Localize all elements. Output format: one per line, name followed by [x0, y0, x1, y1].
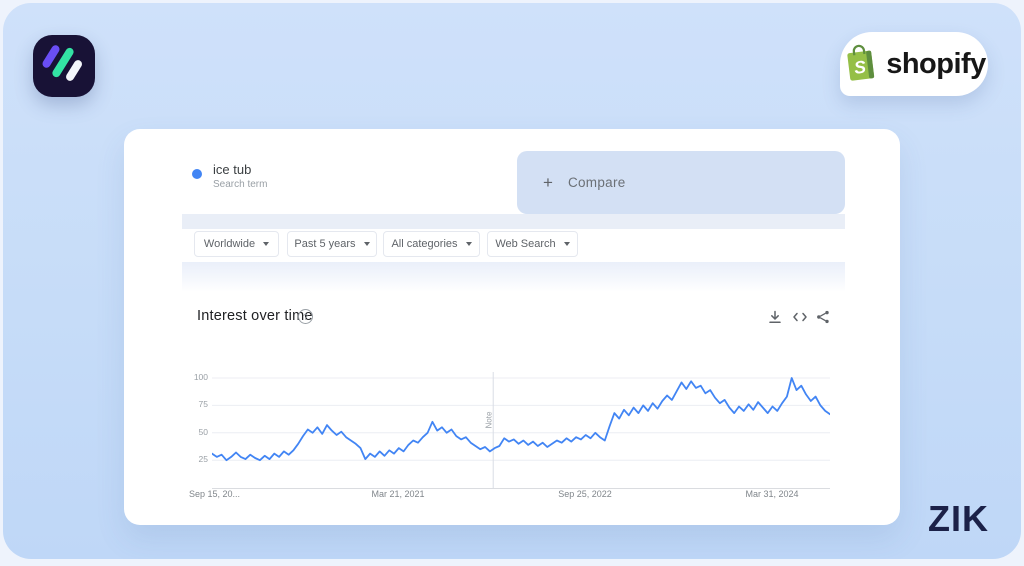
section-background-band	[182, 262, 845, 292]
header-divider-strip	[182, 214, 845, 229]
trend-line-svg[interactable]	[212, 370, 830, 492]
term-label: ice tub	[213, 162, 252, 177]
y-tick-75: 75	[198, 399, 208, 409]
download-icon[interactable]	[768, 310, 784, 324]
filter-searchtype-label: Web Search	[495, 238, 556, 250]
note-label[interactable]: Note	[485, 403, 494, 429]
zik-wordmark: ZIK	[928, 498, 989, 539]
chevron-down-icon	[363, 242, 370, 246]
chevron-down-icon	[563, 242, 570, 246]
filter-category-label: All categories	[391, 238, 458, 250]
chevron-down-icon	[263, 242, 270, 246]
filter-timerange-dropdown[interactable]: Past 5 years	[287, 231, 377, 257]
filter-category-dropdown[interactable]: All categories	[383, 231, 480, 257]
plus-icon: +	[543, 173, 553, 192]
help-glyph: ?	[303, 311, 308, 322]
y-tick-100: 100	[193, 372, 208, 382]
compare-button[interactable]: + Compare	[517, 151, 845, 214]
x-tick-3: Sep 25, 2022	[558, 489, 612, 499]
term-type-label: Search term	[213, 179, 268, 190]
shopify-bag-icon: S	[842, 41, 879, 88]
x-tick-4: Mar 31, 2024	[745, 489, 799, 499]
chevron-down-icon	[465, 242, 472, 246]
filter-timerange-label: Past 5 years	[294, 238, 356, 250]
x-tick-1: Sep 15, 20...	[189, 489, 241, 499]
filter-searchtype-dropdown[interactable]: Web Search	[487, 231, 578, 257]
term-color-dot	[192, 169, 202, 179]
chart-gridlines	[212, 377, 830, 461]
google-trends-card: ice tub Search term + Compare Worldwide …	[124, 129, 900, 525]
shopify-wordmark: shopify	[886, 47, 986, 80]
section-title: Interest over time	[197, 308, 313, 324]
filter-region-dropdown[interactable]: Worldwide	[194, 231, 279, 257]
embed-code-icon[interactable]	[792, 310, 808, 324]
shopify-badge: S shopify	[840, 32, 988, 96]
help-icon[interactable]: ?	[298, 309, 313, 324]
trend-polyline	[212, 377, 830, 462]
y-tick-50: 50	[198, 427, 208, 437]
zik-logo	[33, 35, 95, 97]
filter-region-label: Worldwide	[203, 238, 256, 250]
x-tick-2: Mar 21, 2021	[371, 489, 425, 499]
share-icon[interactable]	[816, 310, 832, 324]
blue-background-canvas: S shopify ice tub Search term + Compare …	[3, 3, 1021, 559]
y-tick-25: 25	[198, 454, 208, 464]
compare-label: Compare	[567, 175, 626, 190]
